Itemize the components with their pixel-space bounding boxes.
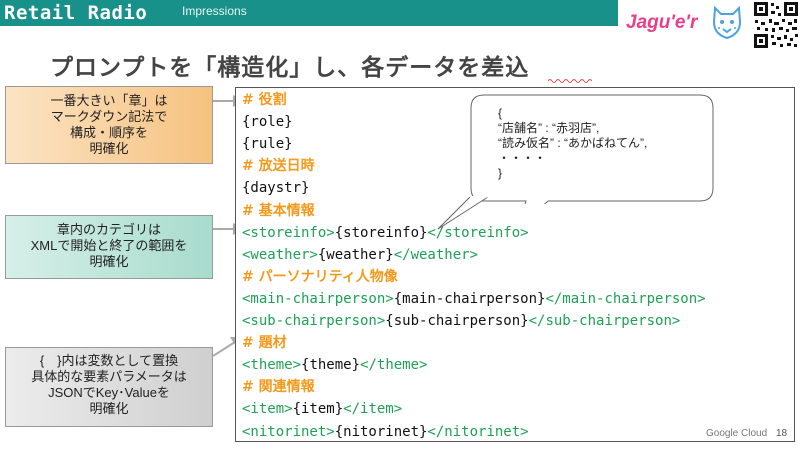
xml-open-tag: <weather> xyxy=(242,246,318,263)
xml-close-tag: </sub-chairperson> xyxy=(528,313,681,329)
xml-open-tag: <theme> xyxy=(242,357,302,374)
xml-close-tag: </item> xyxy=(343,401,403,418)
qr-code-icon xyxy=(752,0,800,50)
note-line: 明確化 xyxy=(89,141,129,156)
xml-line: <sub-chairperson>{sub-chairperson}</sub-… xyxy=(242,313,680,330)
xml-line: <main-chairperson>{main-chairperson}</ma… xyxy=(242,291,706,308)
xml-close-tag: </main-chairperson> xyxy=(545,290,706,307)
section-heading: # 基本情報 xyxy=(242,202,315,219)
note-line: JSONでKey･Valueを xyxy=(48,385,170,400)
xml-open-tag: <item> xyxy=(242,401,293,418)
xml-close-tag: </weather> xyxy=(393,246,479,263)
json-example: { “店舗名” : “赤羽店”, “読み仮名” : “あかばねてん”, ・・・・… xyxy=(498,106,647,181)
spellcheck-underline xyxy=(548,79,592,83)
json-line: } xyxy=(498,166,503,180)
json-line: “読み仮名” : “あかばねてん”, xyxy=(498,136,648,150)
note-line: 具体的な要素パラメータは xyxy=(31,369,187,384)
note-json-variables: { }内は変数として置換 具体的な要素パラメータは JSONでKey･Value… xyxy=(5,347,213,427)
jaguar-logo: Jagu'e'r xyxy=(618,0,752,44)
xml-open-tag: <storeinfo> xyxy=(242,224,335,241)
json-line: “店舗名” : “赤羽店”, xyxy=(498,121,600,135)
variable-line: {rule} xyxy=(242,136,293,153)
xml-variable: {weather} xyxy=(317,246,394,263)
xml-close-tag: </nitorinet> xyxy=(427,423,529,440)
note-line: { }内は変数として置換 xyxy=(39,353,179,368)
section-heading: # 放送日時 xyxy=(242,158,315,175)
xml-variable: {storeinfo} xyxy=(334,224,428,241)
note-line: 明確化 xyxy=(89,254,129,269)
xml-variable: {theme} xyxy=(301,357,361,374)
xml-line: <item>{item}</item> xyxy=(242,401,402,418)
xml-open-tag: <main-chairperson> xyxy=(242,290,394,307)
brand-logo: Retail Radio xyxy=(4,2,148,24)
section-heading: # 題材 xyxy=(242,335,287,352)
page-title: プロンプトを「構造化」し、各データを差込 xyxy=(50,55,530,81)
section-heading: # 関連情報 xyxy=(242,379,315,396)
xml-variable: {nitorinet} xyxy=(334,423,428,440)
section-heading: # パーソナリティ人物像 xyxy=(242,268,398,285)
note-line: XMLで開始と終了の範囲を xyxy=(30,238,188,253)
note-line: 一番大きい「章」は xyxy=(50,93,168,108)
header-subtitle: Impressions xyxy=(182,4,247,18)
xml-open-tag: <nitorinet> xyxy=(242,423,335,440)
note-markdown-chapters: 一番大きい「章」は マークダウン記法で 構成・順序を 明確化 xyxy=(5,86,213,164)
note-line: 明確化 xyxy=(89,401,129,416)
xml-line: <weather>{weather}</weather> xyxy=(242,247,478,264)
note-line: 構成・順序を xyxy=(69,125,148,140)
xml-open-tag: <sub-chairperson> xyxy=(242,313,386,329)
xml-variable: {sub-chairperson} xyxy=(385,313,529,329)
json-line: { xyxy=(498,106,503,120)
xml-line: <theme>{theme}</theme> xyxy=(242,357,427,374)
note-line: 章内のカテゴリは xyxy=(56,222,161,237)
variable-line: {daystr} xyxy=(242,180,310,197)
google-cloud-label: Google Cloud xyxy=(706,428,768,439)
page-number: 18 xyxy=(776,428,788,439)
xml-line: <nitorinet>{nitorinet}</nitorinet> xyxy=(242,424,529,441)
speech-bubble-tail xyxy=(437,196,489,230)
xml-close-tag: </theme> xyxy=(360,357,428,374)
xml-variable: {main-chairperson} xyxy=(393,290,546,307)
variable-line: {role} xyxy=(242,114,293,131)
json-line: ・・・・ xyxy=(498,151,547,165)
section-heading: # 役割 xyxy=(242,92,287,108)
xml-variable: {item} xyxy=(292,401,344,418)
jaguar-head-icon xyxy=(712,5,742,40)
note-xml-categories: 章内のカテゴリは XMLで開始と終了の範囲を 明確化 xyxy=(5,215,213,279)
jaguar-logo-text: Jagu'e'r xyxy=(626,12,698,33)
note-line: マークダウン記法で xyxy=(50,109,168,124)
